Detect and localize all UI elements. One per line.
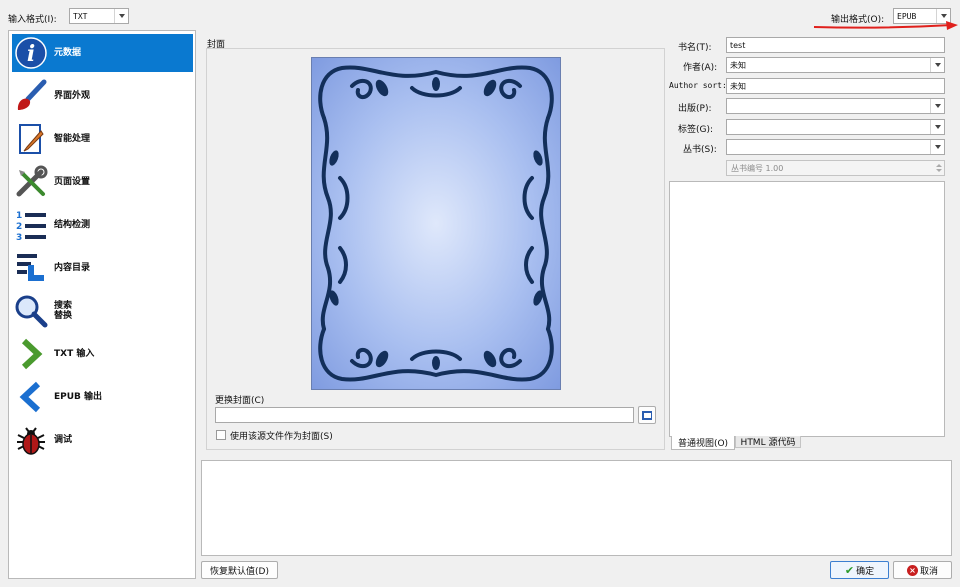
- check-icon: ✔: [844, 563, 855, 577]
- tab-normal-view[interactable]: 普通视图(O): [671, 436, 735, 450]
- chevron-down-icon: [114, 9, 128, 23]
- chevron-down-icon: [930, 140, 944, 154]
- sidebar-item-label: 页面设置: [54, 177, 91, 187]
- cover-image: [311, 57, 561, 390]
- tab-normal-view-label: 普通视图(O): [677, 439, 729, 449]
- sidebar-item-txt-input[interactable]: TXT 输入: [12, 335, 193, 373]
- numbered-list-icon: 123: [12, 206, 50, 244]
- use-source-cover-checkbox[interactable]: [216, 430, 226, 440]
- sidebar-item-debug[interactable]: 调试: [12, 421, 193, 459]
- title-value: test: [730, 40, 746, 50]
- series-combo[interactable]: [726, 139, 945, 155]
- sidebar-item-label: 搜索 替换: [54, 301, 73, 321]
- sidebar-item-label: TXT 输入: [54, 349, 95, 359]
- sidebar-item-label: 结构检测: [54, 220, 91, 230]
- title-input[interactable]: test: [726, 37, 945, 53]
- sidebar-item-heuristics[interactable]: 智能处理: [12, 120, 193, 158]
- sidebar-item-label: 智能处理: [54, 134, 91, 144]
- sidebar-item-label: 调试: [54, 435, 73, 445]
- comments-editor[interactable]: [669, 181, 945, 437]
- open-file-icon: [642, 411, 652, 420]
- input-format-label: 输入格式(I):: [8, 15, 57, 25]
- sidebar-item-page-setup[interactable]: 页面设置: [12, 163, 193, 201]
- sidebar-item-search-replace[interactable]: 搜索 替换: [12, 292, 193, 330]
- author-sort-input[interactable]: 未知: [726, 78, 945, 94]
- tags-combo[interactable]: [726, 119, 945, 135]
- series-index-spinbox[interactable]: 丛书编号 1.00: [726, 160, 945, 176]
- settings-sidebar: i 元数据 界面外观 智能处理 页面设置 123 结构检测 内容目录 搜索 替换…: [8, 30, 196, 579]
- series-index-value: 丛书编号 1.00: [731, 163, 784, 173]
- sidebar-item-label: 元数据: [54, 48, 82, 58]
- cancel-icon: ×: [906, 564, 918, 576]
- svg-text:i: i: [27, 41, 35, 67]
- chevron-down-icon: [930, 120, 944, 134]
- cancel-button[interactable]: × 取消: [893, 561, 952, 579]
- author-combo[interactable]: 未知: [726, 57, 945, 73]
- sidebar-item-table-of-contents[interactable]: 内容目录: [12, 249, 193, 287]
- pencil-icon: [12, 120, 50, 158]
- chevron-down-icon: [930, 58, 944, 72]
- browse-cover-button[interactable]: [638, 406, 656, 424]
- series-label: 丛书(S):: [683, 145, 717, 155]
- svg-text:3: 3: [16, 233, 22, 242]
- sidebar-item-label: 内容目录: [54, 263, 91, 273]
- publisher-label: 出版(P):: [678, 104, 712, 114]
- restore-defaults-label: 恢复默认值(D): [210, 566, 269, 577]
- toc-icon: [12, 249, 50, 287]
- output-arrow-icon: [12, 378, 50, 416]
- restore-defaults-button[interactable]: 恢复默认值(D): [201, 561, 278, 579]
- annotation-arrow-icon: [813, 21, 958, 30]
- sidebar-item-structure-detection[interactable]: 123 结构检测: [12, 206, 193, 244]
- tab-html-source[interactable]: HTML 源代码: [735, 436, 801, 448]
- magnifier-icon: [12, 292, 50, 330]
- ornamental-frame-icon: [318, 65, 554, 382]
- ok-button[interactable]: ✔ 确定: [830, 561, 889, 579]
- tab-html-source-label: HTML 源代码: [740, 438, 796, 448]
- help-text-area: [201, 460, 952, 556]
- ok-label: 确定: [856, 566, 875, 577]
- input-format-select[interactable]: TXT: [69, 8, 129, 24]
- svg-text:1: 1: [16, 211, 22, 221]
- sidebar-item-epub-output[interactable]: EPUB 输出: [12, 378, 193, 416]
- chevron-down-icon: [930, 99, 944, 113]
- bug-icon: [12, 421, 50, 459]
- author-sort-value: 未知: [730, 81, 746, 91]
- brush-icon: [12, 77, 50, 115]
- author-label: 作者(A):: [683, 63, 718, 73]
- svg-text:2: 2: [16, 222, 22, 232]
- cancel-label: 取消: [919, 566, 938, 577]
- author-sort-label: Author sort:: [669, 81, 727, 90]
- use-source-cover-label: 使用该源文件作为封面(S): [230, 432, 333, 442]
- spin-arrows-icon: [934, 161, 944, 175]
- title-label: 书名(T):: [678, 43, 712, 53]
- tools-icon: [12, 163, 50, 201]
- input-arrow-icon: [12, 335, 50, 373]
- tags-label: 标签(G):: [678, 125, 714, 135]
- change-cover-label: 更换封面(C): [215, 396, 265, 406]
- author-value: 未知: [730, 60, 746, 70]
- sidebar-item-look-and-feel[interactable]: 界面外观: [12, 77, 193, 115]
- input-format-value: TXT: [73, 11, 88, 21]
- sidebar-item-label: 界面外观: [54, 91, 91, 101]
- cover-path-input[interactable]: [215, 407, 634, 423]
- sidebar-item-label: EPUB 输出: [54, 392, 103, 402]
- info-icon: i: [12, 34, 50, 72]
- publisher-combo[interactable]: [726, 98, 945, 114]
- sidebar-item-metadata[interactable]: i 元数据: [12, 34, 193, 72]
